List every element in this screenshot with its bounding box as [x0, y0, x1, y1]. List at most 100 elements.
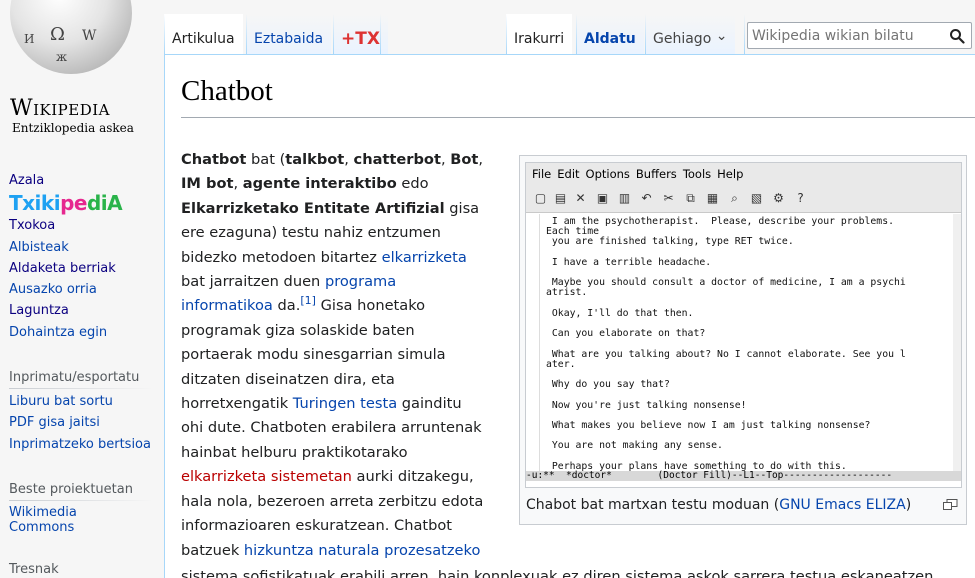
sidebar-item-dohaintza[interactable]: Dohaintza egin — [0, 322, 163, 343]
print-icon[interactable]: ▧ — [750, 192, 763, 205]
wikipedia-logo[interactable]: Ω W ж И Wikipedia Entziklopedia askea — [0, 0, 160, 140]
sidebar-item-aldaketa-berriak[interactable]: Aldaketa berriak — [0, 258, 163, 279]
sidebar: Azala TxikipediA Txokoa Albisteak Aldake… — [0, 170, 163, 578]
undo-icon[interactable]: ↶ — [640, 192, 653, 205]
tab-more-label: Gehiago — [653, 31, 712, 47]
article-line: elkarrizketa sistemetan aurki ditzakegu, — [181, 465, 501, 489]
emacs-minibuffer — [526, 481, 961, 487]
sidebar-item-laguntza[interactable]: Laguntza — [0, 300, 163, 321]
article-text: edo — [396, 175, 429, 193]
wikipedia-page: Ω W ж И Wikipedia Entziklopedia askea Az… — [0, 0, 975, 578]
title-divider — [181, 117, 975, 118]
emacs-buffer-line: I have a terrible headache. — [546, 256, 712, 268]
article-line: Elkarrizketako Entitate Artifizial gisa — [181, 197, 501, 221]
puzzle-globe-icon: Ω W ж И — [10, 0, 132, 74]
save-as-icon[interactable]: ▥ — [618, 192, 631, 205]
article-line: informazioaren eskuratzean. Chatbot — [181, 514, 501, 538]
article-text: Gisa honetako — [315, 297, 426, 315]
tab-article-label: Artikulua — [172, 31, 235, 47]
enlarge-icon[interactable] — [943, 499, 958, 510]
emacs-toolbar: ▢ ▤ ✕ ▣ ▥ ↶ ✂ ⧉ ▦ ⌕ ▧ ⚙? — [526, 185, 961, 213]
content-area: Chatbot Chatbot bat (talkbot, chatterbot… — [164, 54, 975, 578]
bold-term: agente interaktibo — [242, 175, 397, 193]
other-projects-heading[interactable]: Beste proiektuetan — [0, 468, 163, 503]
article-line: ditzaten diseinatzen dira, eta — [181, 368, 501, 392]
emacs-screenshot[interactable]: File Edit Options Buffers Tools Help ▢ ▤ ✕ ▣ ▥ ↶ ✂ ⧉… — [525, 162, 962, 488]
tools-heading[interactable]: Tresnak — [0, 548, 163, 578]
article-text: ditzaten diseinatzen dira, eta — [181, 370, 395, 388]
caption-prefix: Chabot bat martxan testu moduan ( — [526, 497, 780, 513]
emacs-menu-item[interactable]: File — [532, 167, 551, 181]
tab-more-menu[interactable]: Gehiago ⌄ — [645, 14, 736, 54]
tab-article[interactable]: Artikulua — [164, 14, 243, 54]
emacs-buffer: I am the psychotherapist. Please, descri… — [526, 214, 961, 472]
customize-icon[interactable]: ⚙ — [772, 192, 785, 205]
tab-read[interactable]: Irakurri — [506, 14, 573, 54]
article-link[interactable]: hizkuntza naturala prozesatzeko — [244, 542, 480, 559]
article-text: portaerak modu sinesgarrian simula — [181, 346, 446, 364]
emacs-menu-item[interactable]: Help — [717, 167, 743, 181]
article-text: bidezko metodoen bitartez — [181, 248, 382, 266]
help-icon[interactable]: ? — [794, 192, 807, 205]
search-box — [747, 22, 972, 49]
thumbnail-caption: Chabot bat martxan testu moduan (GNU Ema… — [526, 497, 911, 513]
new-file-icon[interactable]: ▢ — [534, 192, 547, 205]
emacs-menu-item[interactable]: Buffers — [636, 167, 677, 181]
article-text: bat ( — [246, 151, 286, 168]
search-icon[interactable] — [949, 28, 965, 44]
search-input[interactable] — [752, 26, 942, 45]
sidebar-item-download-pdf[interactable]: PDF gisa jaitsi — [0, 412, 163, 433]
emacs-menu-bar: File Edit Options Buffers Tools Help — [526, 163, 961, 185]
tab-talk-label: Eztabaida — [254, 31, 324, 47]
tab-divider — [380, 14, 381, 54]
caption-link[interactable]: GNU Emacs ELIZA — [779, 497, 905, 513]
close-icon[interactable]: ✕ — [574, 192, 587, 205]
sidebar-item-ausazko-orria[interactable]: Ausazko orria — [0, 279, 163, 300]
emacs-menu-item[interactable]: Options — [586, 167, 630, 181]
emacs-menu-item[interactable]: Edit — [557, 167, 579, 181]
emacs-buffer-line: ater. — [546, 358, 576, 370]
article-text: , — [344, 151, 354, 168]
bold-term: Bot — [450, 151, 479, 168]
open-file-icon[interactable]: ▤ — [554, 192, 567, 205]
cut-icon[interactable]: ✂ — [662, 192, 675, 205]
paste-icon[interactable]: ▦ — [706, 192, 719, 205]
chevron-down-icon: ⌄ — [715, 28, 728, 44]
emacs-menu-item[interactable]: Tools — [683, 167, 711, 181]
article-link[interactable]: elkarrizketa — [382, 249, 467, 266]
article-line: ohi dute. Chatboten erabilera arruntenak — [181, 416, 501, 440]
sidebar-item-albisteak[interactable]: Albisteak — [0, 237, 163, 258]
txikipedia-logo[interactable]: TxikipediA — [0, 191, 163, 215]
article-link[interactable]: programa — [325, 273, 396, 290]
article-text-continued: sistema sofistikatuak erabili arren, hai… — [181, 568, 934, 578]
thumbnail-figure: File Edit Options Buffers Tools Help ▢ ▤ ✕ ▣ ▥ ↶ ✂ ⧉… — [519, 155, 967, 525]
article-text: aurki ditzakegu, — [351, 468, 474, 486]
print-export-heading[interactable]: Inprimatu/esportatu — [0, 356, 163, 391]
txiki-part-2: pe — [60, 191, 87, 216]
sidebar-item-printable-version[interactable]: Inprimatzeko bertsioa — [0, 434, 163, 455]
emacs-buffer-line: you are finished talking, type RET twice… — [546, 236, 794, 248]
bold-term: talkbot — [285, 151, 345, 168]
article-line: hainbat helburu praktikotarako — [181, 441, 501, 465]
copy-icon[interactable]: ⧉ — [684, 192, 697, 205]
sidebar-item-create-book[interactable]: Liburu bat sortu — [0, 391, 163, 412]
article-text: programak giza solaskide baten — [181, 321, 415, 339]
article-link[interactable]: Turingen testa — [293, 395, 397, 412]
tab-talk[interactable]: Eztabaida — [246, 14, 332, 54]
reference-link[interactable]: [1] — [300, 295, 316, 308]
wikipedia-wordmark: Wikipedia — [10, 96, 110, 121]
article-link[interactable]: informatikoa — [181, 297, 273, 314]
article-text: , — [478, 151, 483, 168]
save-icon[interactable]: ▣ — [596, 192, 609, 205]
article-text: , — [233, 175, 243, 193]
article-text: hainbat helburu praktikotarako — [181, 443, 408, 461]
article-text: hala nola, bezeroen arreta zerbitzu edot… — [181, 492, 484, 510]
article-link[interactable]: elkarrizketa sistemetan — [181, 468, 352, 485]
tab-edit[interactable]: Aldatu — [576, 14, 644, 54]
search-icon[interactable]: ⌕ — [728, 192, 741, 205]
sidebar-item-wikimedia-commons[interactable]: Wikimedia Commons — [0, 503, 100, 535]
article-line: portaerak modu sinesgarrian simula — [181, 343, 501, 367]
sidebar-item-txokoa[interactable]: Txokoa — [0, 215, 163, 236]
article-text: gisa — [444, 199, 480, 217]
sidebar-item-azala[interactable]: Azala — [0, 170, 163, 191]
